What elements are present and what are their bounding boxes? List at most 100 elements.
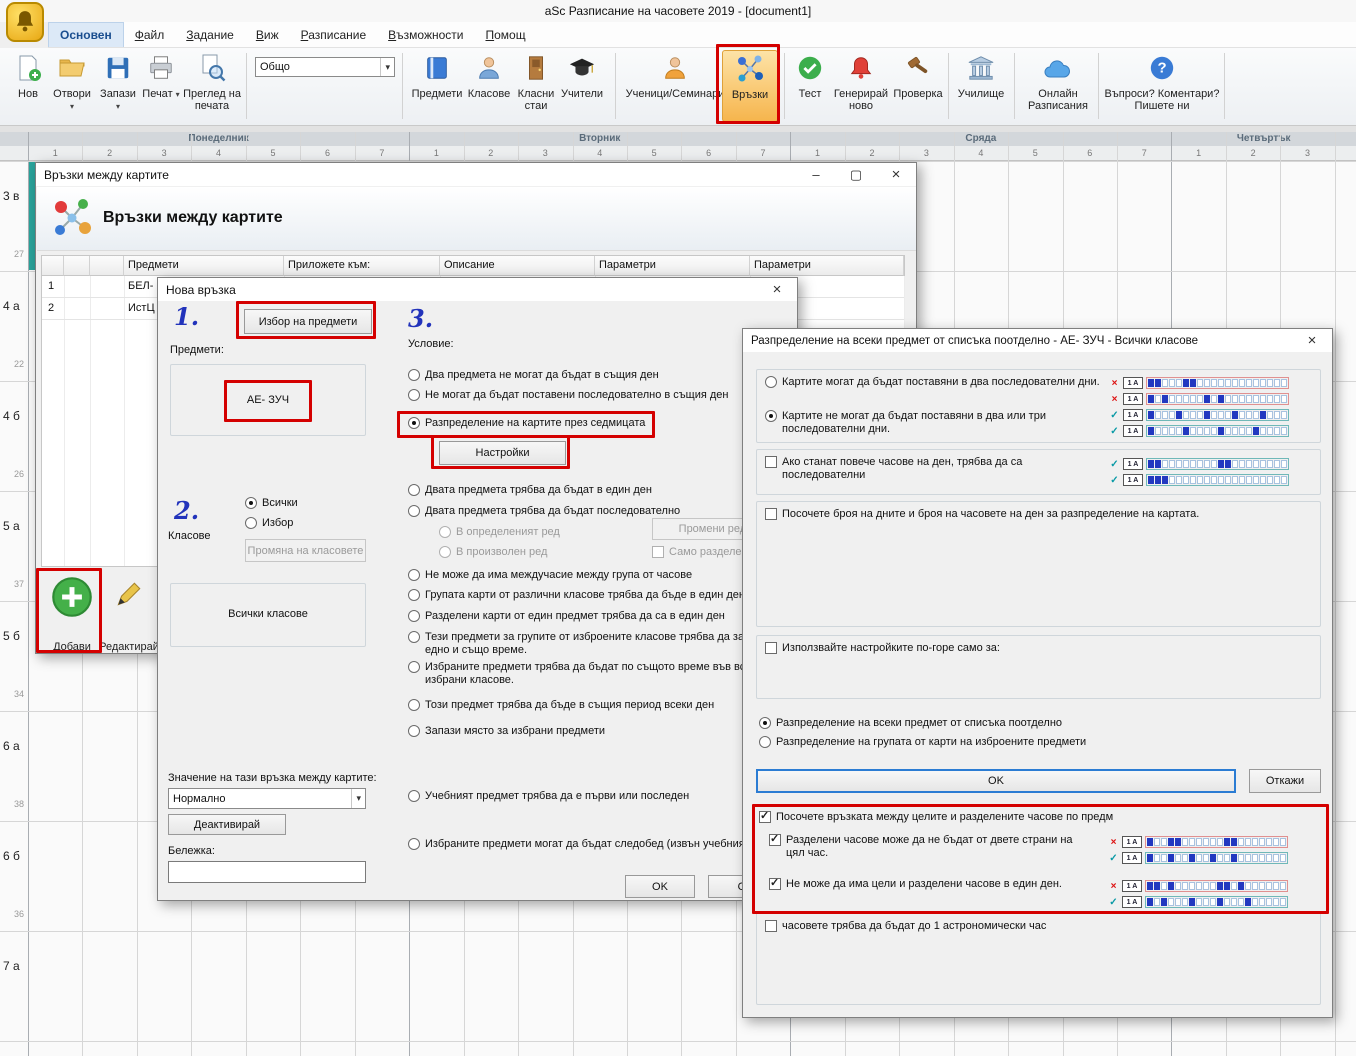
questions-button[interactable]: ? Въпроси? Коментари? Пишете ни: [1104, 50, 1220, 124]
close-button[interactable]: ×: [757, 278, 797, 301]
not-consecutive-radio[interactable]: Картите не могат да бъдат поставяни в дв…: [765, 410, 1103, 436]
classes-all-radio[interactable]: Всички: [245, 497, 298, 510]
links-molecule-icon: [723, 51, 777, 87]
dropdown-arrow-icon[interactable]: ▾: [116, 102, 120, 111]
print-preview-button[interactable]: Преглед на печата: [183, 50, 241, 124]
check-circle-icon: [790, 50, 830, 86]
condition-radio-11[interactable]: Този предмет трябва да бъде в същия пери…: [408, 699, 714, 712]
radio-icon: [408, 790, 420, 802]
radio-icon: [408, 484, 420, 496]
condition-radio-13[interactable]: Учебният предмет трябва да е първи или п…: [408, 790, 689, 803]
dropdown-arrow-icon[interactable]: ▾: [176, 90, 180, 99]
classes-pick-radio[interactable]: Избор: [245, 517, 293, 530]
edit-link-button[interactable]: [112, 579, 144, 611]
classes-button[interactable]: Класове: [466, 50, 512, 124]
change-classes-button: Промяна на класовете: [245, 539, 366, 562]
check-button[interactable]: Проверка: [892, 50, 944, 124]
radio-icon: [408, 389, 420, 401]
dialog-titlebar[interactable]: Разпределение на всеки предмет от списък…: [743, 329, 1332, 352]
condition-radio-5[interactable]: Двата предмета трябва да бъдат последова…: [408, 505, 680, 518]
dialog-titlebar[interactable]: Нова връзка: [158, 278, 797, 301]
dropdown-arrow-icon[interactable]: ▾: [70, 102, 74, 111]
choose-subjects-button[interactable]: Избор на предмети: [244, 309, 372, 334]
close-button[interactable]: ×: [1292, 329, 1332, 352]
hour-limit-checkbox[interactable]: часовете трябва да бъдат до 1 астрономич…: [765, 920, 1310, 933]
chevron-down-icon[interactable]: ▾: [351, 789, 361, 808]
links-button[interactable]: Връзки: [722, 50, 778, 122]
new-button[interactable]: Нов: [8, 50, 48, 124]
column-header[interactable]: Предмети: [124, 256, 284, 276]
column-header[interactable]: Параметри: [595, 256, 750, 276]
condition-radio-7[interactable]: Групата карти от различни класове трябва…: [408, 589, 745, 602]
deactivate-button[interactable]: Деактивирай: [168, 814, 286, 835]
menu-tab-7[interactable]: Помощ: [474, 23, 536, 47]
ok-button[interactable]: OK: [756, 769, 1236, 793]
settings-button[interactable]: Настройки: [439, 441, 566, 465]
placement-pattern: [1145, 880, 1288, 892]
app-logo-bell-icon[interactable]: [6, 2, 44, 42]
generate-button[interactable]: Генерирай ново: [832, 50, 890, 124]
more-consecutive-checkbox[interactable]: Ако станат повече часове на ден, трябва …: [765, 456, 1085, 482]
online-timetables-button[interactable]: Онлайн Разписания: [1022, 50, 1094, 124]
students-button[interactable]: Ученици/Семинари: [625, 50, 725, 124]
save-button[interactable]: Запази ▾: [97, 50, 139, 124]
card-icon: 1 A: [1123, 474, 1143, 486]
card-icon: 1 A: [1123, 393, 1143, 405]
allowed-icon: ✓: [1109, 426, 1120, 437]
test-button[interactable]: Тест: [790, 50, 830, 124]
card-group-radio[interactable]: Разпределение на групата от карти на изб…: [759, 736, 1086, 749]
scope-combobox[interactable]: Общо ▾: [255, 57, 395, 77]
column-header[interactable]: Параметри: [750, 256, 904, 276]
column-header[interactable]: Приложете към:: [284, 256, 440, 276]
condition-radio-4[interactable]: Двата предмета трябва да бъдат в един де…: [408, 484, 652, 497]
menu-tab-5[interactable]: Разписание: [290, 23, 378, 47]
condition-radio-10[interactable]: Избраните предмети трябва да бъдат по съ…: [408, 661, 766, 687]
school-button[interactable]: Училище: [954, 50, 1008, 124]
condition-radio-12[interactable]: Запази място за избрани предмети: [408, 725, 605, 738]
link-split-checkbox[interactable]: Посочете връзката между целите и разделе…: [759, 811, 1189, 824]
edit-link-label[interactable]: Редактирай: [94, 641, 164, 653]
split-sides-checkbox[interactable]: Разделени часове може да не бъдат от две…: [769, 834, 1089, 860]
condition-radio-1[interactable]: Два предмета не могат да бъдат в същия д…: [408, 369, 659, 382]
note-label: Бележка:: [168, 845, 215, 857]
column-header[interactable]: [64, 256, 90, 276]
menu-tab-3[interactable]: Задание: [175, 23, 245, 47]
menu-tab-2[interactable]: Файл: [124, 23, 176, 47]
minimize-button[interactable]: –: [796, 163, 836, 186]
radio-icon: [439, 546, 451, 558]
period-number: 3: [518, 148, 572, 161]
specify-days-checkbox[interactable]: Посочете броя на дните и броя на часовет…: [765, 508, 1310, 521]
use-above-checkbox[interactable]: Използвайте настройките по-горе само за:: [765, 642, 1310, 655]
weight-select[interactable]: Нормално ▾: [168, 788, 366, 809]
open-button[interactable]: Отвори ▾: [50, 50, 94, 124]
subjects-button[interactable]: Предмети: [410, 50, 464, 124]
column-header[interactable]: [90, 256, 124, 276]
condition-radio-6[interactable]: Не може да има междучасие между група от…: [408, 569, 692, 582]
no-mix-checkbox[interactable]: Не може да има цели и разделени часове в…: [769, 878, 1089, 891]
condition-radio-8[interactable]: Разделени карти от един предмет трябва д…: [408, 610, 725, 623]
ribbon-separator: [402, 53, 403, 119]
two-consecutive-radio[interactable]: Картите могат да бъдат поставяни в два п…: [765, 376, 1103, 389]
chevron-down-icon[interactable]: ▾: [380, 58, 390, 76]
close-button[interactable]: ×: [876, 163, 916, 186]
column-header[interactable]: Описание: [440, 256, 595, 276]
each-subject-radio[interactable]: Разпределение на всеки предмет от списък…: [759, 717, 1062, 730]
menu-tab-6[interactable]: Възможности: [377, 23, 474, 47]
column-header[interactable]: [42, 256, 64, 276]
period-number: 4: [954, 148, 1008, 161]
classrooms-button[interactable]: Класни стаи: [514, 50, 558, 124]
condition-radio-2[interactable]: Не могат да бъдат поставени последовател…: [408, 389, 728, 402]
condition-radio-9[interactable]: Тези предмети за групите от изброените к…: [408, 631, 766, 657]
maximize-button[interactable]: ▢: [836, 163, 876, 186]
print-button[interactable]: Печат ▾: [141, 50, 181, 124]
dialog-titlebar[interactable]: Връзки между картите: [36, 163, 916, 186]
note-input[interactable]: [168, 861, 366, 883]
teachers-button[interactable]: Учители: [556, 50, 608, 124]
ok-button[interactable]: OK: [625, 875, 695, 898]
menu-tab-4[interactable]: Виж: [245, 23, 290, 47]
add-link-button[interactable]: [50, 575, 94, 619]
cancel-button[interactable]: Откажи: [1249, 769, 1321, 793]
menu-tab-1[interactable]: Основен: [48, 22, 124, 47]
condition-radio-14[interactable]: Избраните предмети могат да бъдат следоб…: [408, 838, 745, 851]
condition-radio-3-selected[interactable]: Разпределение на картите през седмицата: [408, 417, 645, 430]
